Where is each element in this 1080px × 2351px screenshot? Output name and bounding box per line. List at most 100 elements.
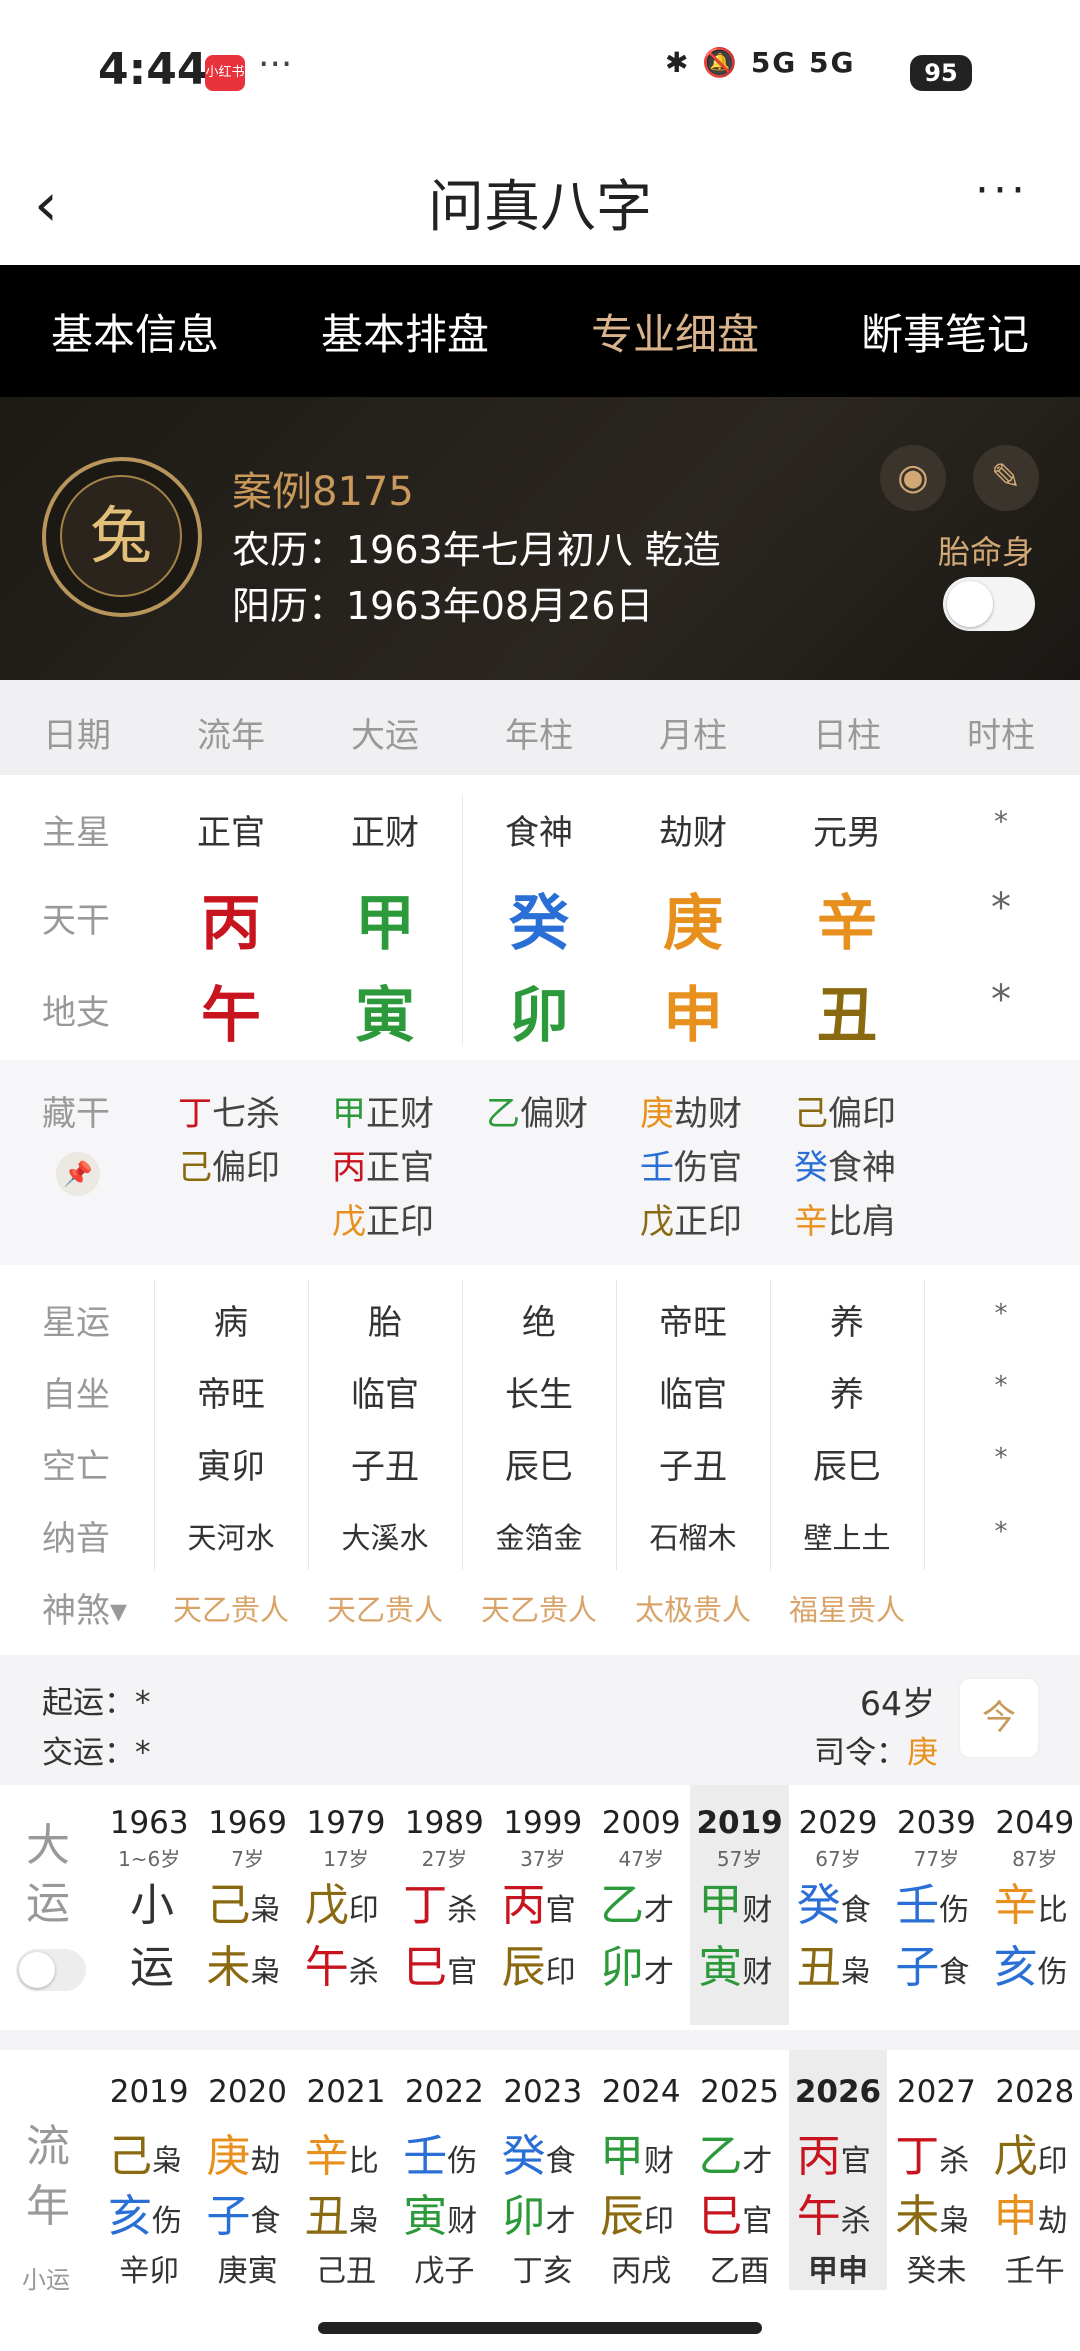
dayun-column[interactable]: 1969 7岁 己枭 未枭 xyxy=(198,1785,296,2025)
nayin-cell: 天河水 xyxy=(187,1521,275,1555)
zhi-char: 寅 xyxy=(698,1942,743,1993)
gan-char: 癸 xyxy=(501,2131,546,2182)
dayun-column[interactable]: 1979 17岁 戊印 午杀 xyxy=(297,1785,395,2025)
nayin-cell: 石榴木 xyxy=(649,1521,737,1555)
dayun-zhi: 丑枭 xyxy=(797,1931,871,1995)
more-options-icon[interactable]: ··· xyxy=(975,165,1029,216)
dayun-gan: 戊印 xyxy=(305,1869,379,1933)
dayun-toggle[interactable] xyxy=(16,1949,86,1991)
tab-notes[interactable]: 断事笔记 xyxy=(861,301,1029,362)
jiaoyun-text: 交运：* xyxy=(42,1735,151,1771)
gan-shishen: 印 xyxy=(348,1893,379,1928)
liunian-column[interactable]: 2023 癸食 卯才 丁亥 xyxy=(494,2050,592,2290)
dizhi-liunian: 午 xyxy=(201,981,261,1051)
zhuxing-month: 劫财 xyxy=(659,813,727,853)
liunian-column[interactable]: 2025 乙才 巳官 乙酉 xyxy=(690,2050,788,2290)
col-day: 日柱 xyxy=(813,716,881,756)
liunian-label-1: 流 xyxy=(26,2121,70,2172)
xiaoyun-ganzhi: 丙戌 xyxy=(611,2254,672,2289)
dayun-age: 87岁 xyxy=(1012,1847,1058,1871)
dayun-zhi: 运 xyxy=(130,1931,174,1995)
xiaoyun-ganzhi: 庚寅 xyxy=(217,2254,278,2289)
dayun-age: 77岁 xyxy=(913,1847,960,1871)
liunian-zhi: 未枭 xyxy=(895,2180,969,2244)
shensha-cell[interactable]: 天乙贵人 xyxy=(462,1587,616,1629)
dayun-gan: 壬伤 xyxy=(895,1869,969,1933)
kongwang-cell: * xyxy=(994,1443,1008,1473)
canggan-item: 丙正官 xyxy=(332,1148,434,1188)
dayun-gan: 甲财 xyxy=(698,1869,772,1933)
dizhi-year: 卯 xyxy=(509,981,569,1051)
col-liunian: 流年 xyxy=(197,716,265,756)
tab-pro-chart[interactable]: 专业细盘 xyxy=(591,301,759,362)
zhi-shishen: 杀 xyxy=(348,1955,379,1990)
zhi-shishen: 财 xyxy=(742,1955,773,1990)
qiyun-section: 起运：* 交运：* 64岁 司令：庚 今 xyxy=(0,1655,1080,1785)
dayun-column[interactable]: 1989 27岁 丁杀 巳官 xyxy=(395,1785,493,2025)
dayun-age: 47岁 xyxy=(618,1847,664,1871)
label-tiangan: 天干 xyxy=(42,901,110,941)
zhi-char: 巳 xyxy=(698,2191,743,2242)
liunian-gan: 壬伤 xyxy=(403,2120,477,2184)
edit-icon[interactable]: ✎ xyxy=(973,445,1039,511)
gan-char: 癸 xyxy=(796,1880,841,1931)
tai-ming-shen-toggle[interactable] xyxy=(943,577,1035,631)
liunian-column[interactable]: 2019 己枭 亥伤 辛卯 xyxy=(100,2050,198,2290)
gan-char: 小 xyxy=(130,1880,174,1931)
siling-text: 司令：庚 xyxy=(814,1735,938,1771)
zhi-char: 卯 xyxy=(600,1942,644,1993)
dizhi-month: 申 xyxy=(663,981,723,1051)
kongwang-cell: 辰巳 xyxy=(813,1447,881,1487)
dayun-column[interactable]: 2029 67岁 癸食 丑枭 xyxy=(789,1785,887,2025)
gan-shishen: 比 xyxy=(348,2144,379,2179)
gan-char: 甲 xyxy=(698,1880,743,1931)
pin-icon[interactable]: 📌 xyxy=(56,1152,100,1196)
gan-char: 壬 xyxy=(403,2131,448,2182)
dayun-age: 27岁 xyxy=(421,1847,468,1871)
tai-ming-shen-label: 胎命身 xyxy=(938,533,1035,571)
eye-icon[interactable]: ◉ xyxy=(880,445,946,511)
dayun-column[interactable]: 2049 87岁 辛比 亥伤 xyxy=(986,1785,1080,2025)
xiaoyun-ganzhi: 癸未 xyxy=(906,2254,967,2289)
liunian-column[interactable]: 2026 丙官 午杀 甲申 xyxy=(788,2050,888,2290)
zhuxing-year: 食神 xyxy=(505,813,573,853)
today-calendar-icon[interactable]: 今 xyxy=(958,1677,1040,1759)
liunian-column[interactable]: 2021 辛比 丑枭 己丑 xyxy=(297,2050,395,2290)
dayun-column[interactable]: 2019 57岁 甲财 寅财 xyxy=(690,1785,789,2025)
zhi-shishen: 枭 xyxy=(939,2204,970,2239)
dayun-column[interactable]: 1963 1~6岁小运 xyxy=(100,1785,198,2025)
liunian-gan: 己枭 xyxy=(108,2120,182,2184)
liunian-column[interactable]: 2028 戊印 申劫 壬午 xyxy=(986,2050,1080,2290)
battery-icon: 95 xyxy=(910,55,972,91)
liunian-column[interactable]: 2027 丁杀 未枭 癸未 xyxy=(887,2050,985,2290)
zhi-char: 未 xyxy=(895,2191,940,2242)
status-time: 4:44 xyxy=(98,44,208,95)
shensha-cell[interactable]: 太极贵人 xyxy=(616,1587,770,1629)
label-shensha[interactable]: 神煞▾ xyxy=(42,1583,127,1632)
back-icon[interactable]: ‹ xyxy=(34,170,58,240)
tab-basic-chart[interactable]: 基本排盘 xyxy=(321,301,489,362)
liunian-column[interactable]: 2024 甲财 辰印 丙戌 xyxy=(592,2050,690,2290)
zizuo-cell: * xyxy=(994,1371,1008,1401)
gan-char: 壬 xyxy=(895,1880,940,1931)
dayun-column[interactable]: 1999 37岁 丙官 辰印 xyxy=(494,1785,592,2025)
xiaoyun-ganzhi: 壬午 xyxy=(1004,2254,1065,2289)
shensha-cell[interactable]: 天乙贵人 xyxy=(154,1587,308,1629)
dayun-year: 1999 xyxy=(503,1805,583,1841)
zhi-shishen: 官 xyxy=(447,1955,478,1990)
liunian-gan: 丁杀 xyxy=(895,2120,969,2184)
liunian-column[interactable]: 2020 庚劫 子食 庚寅 xyxy=(198,2050,296,2290)
liunian-year: 2028 xyxy=(995,2074,1075,2110)
dayun-column[interactable]: 2039 77岁 壬伤 子食 xyxy=(887,1785,985,2025)
dayun-zhi: 未枭 xyxy=(206,1931,280,1995)
zizuo-cell: 临官 xyxy=(351,1375,419,1415)
shensha-cell[interactable]: 福星贵人 xyxy=(770,1587,924,1629)
gan-char: 辛 xyxy=(993,1880,1038,1931)
liunian-gan: 丙官 xyxy=(797,2120,871,2184)
zhi-char: 运 xyxy=(130,1942,174,1993)
dayun-column[interactable]: 2009 47岁 乙才 卯才 xyxy=(592,1785,690,2025)
liunian-column[interactable]: 2022 壬伤 寅财 戊子 xyxy=(395,2050,493,2290)
tab-basic-info[interactable]: 基本信息 xyxy=(51,301,219,362)
shensha-cell[interactable]: 天乙贵人 xyxy=(308,1587,462,1629)
zizuo-cell: 帝旺 xyxy=(197,1375,265,1415)
